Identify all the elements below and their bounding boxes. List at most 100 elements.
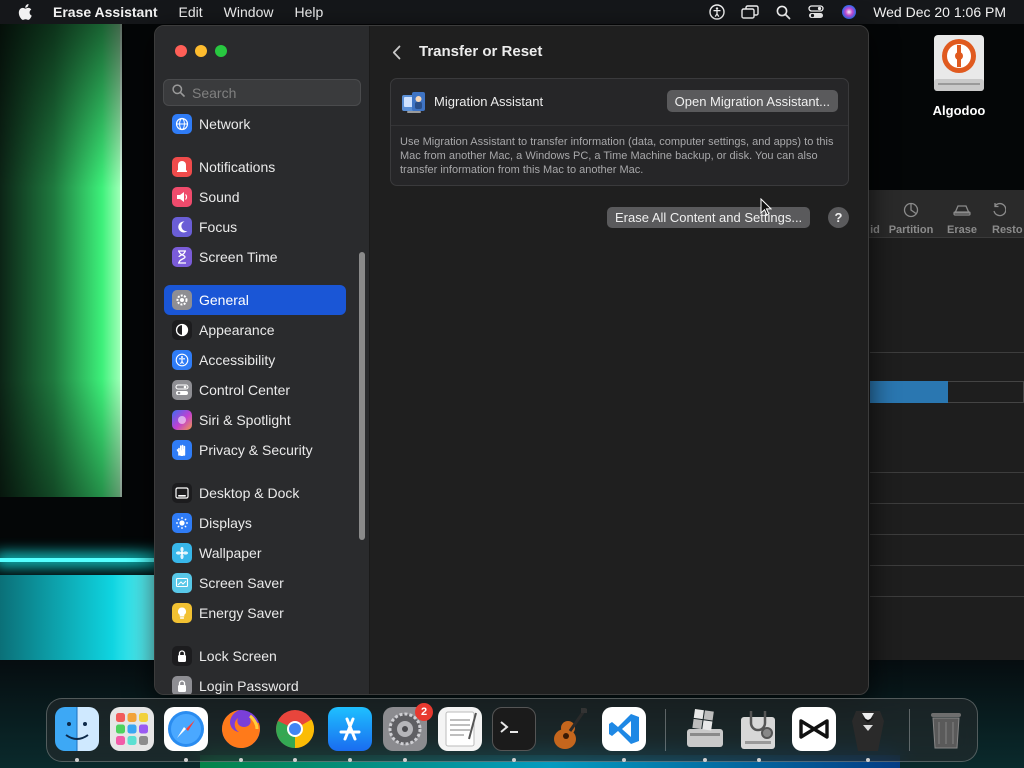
- edit-menu[interactable]: Edit: [179, 4, 203, 20]
- wallpaper-cyan-panel: [0, 575, 160, 665]
- sidebar-item-label: Notifications: [199, 159, 276, 175]
- close-window-button[interactable]: [175, 45, 187, 57]
- sidebar-item-label: Control Center: [199, 382, 291, 398]
- sidebar-item-notifications[interactable]: Notifications: [164, 152, 346, 182]
- siri-icon[interactable]: [840, 3, 858, 21]
- sidebar-item-control-center[interactable]: Control Center: [164, 375, 346, 405]
- dock-chrome-icon[interactable]: [273, 707, 317, 751]
- help-menu[interactable]: Help: [294, 4, 323, 20]
- screen-time-icon: [172, 247, 192, 267]
- dock-garageband-icon[interactable]: [547, 707, 591, 751]
- partition-icon: [903, 202, 919, 220]
- sidebar-item-label: Accessibility: [199, 352, 276, 368]
- apple-menu-icon[interactable]: [18, 3, 36, 21]
- sound-icon: [172, 187, 192, 207]
- erase-icon: [953, 202, 971, 220]
- dock-launchpad-icon[interactable]: [110, 707, 154, 751]
- sidebar-item-label: Appearance: [199, 322, 275, 338]
- spotlight-icon[interactable]: [774, 3, 792, 21]
- dock-disk-utility-icon[interactable]: [737, 707, 781, 751]
- sidebar-item-desktop-dock[interactable]: Desktop & Dock: [164, 478, 346, 508]
- dock: 2: [46, 698, 978, 762]
- zoom-window-button[interactable]: [215, 45, 227, 57]
- wallpaper-shade: [0, 22, 124, 497]
- sidebar-item-appearance[interactable]: Appearance: [164, 315, 346, 345]
- migration-description: Use Migration Assistant to transfer info…: [400, 136, 834, 176]
- running-indicator: [622, 758, 626, 762]
- appearance-icon: [172, 320, 192, 340]
- status-area: Wed Dec 20 1:06 PM: [693, 3, 1024, 21]
- dock-boot-camp-icon[interactable]: [683, 707, 727, 751]
- sidebar-item-login-password[interactable]: Login Password: [164, 671, 346, 694]
- search-input[interactable]: [192, 84, 352, 101]
- dock-textedit-icon[interactable]: [438, 707, 482, 751]
- bg-divider: [870, 565, 1024, 566]
- search-icon: [172, 83, 185, 102]
- mouse-cursor-icon: [760, 197, 773, 216]
- sidebar-item-displays[interactable]: Displays: [164, 508, 346, 538]
- toolbar-restore-button[interactable]: Resto: [984, 190, 1024, 237]
- sidebar-item-privacy-security[interactable]: Privacy & Security: [164, 435, 346, 465]
- toolbar-erase-button[interactable]: Erase: [940, 190, 984, 237]
- sidebar-item-siri-spotlight[interactable]: Siri & Spotlight: [164, 405, 346, 435]
- background-toolbar: id Partition Erase Resto: [868, 190, 1024, 238]
- sidebar-item-label: Energy Saver: [199, 605, 284, 621]
- minimize-window-button[interactable]: [195, 45, 207, 57]
- control-center-settings-icon: [172, 380, 192, 400]
- erase-all-content-button[interactable]: Erase All Content and Settings...: [607, 207, 811, 228]
- sidebar-item-screen-time[interactable]: Screen Time: [164, 242, 346, 272]
- window-menu[interactable]: Window: [224, 4, 274, 20]
- settings-sidebar: Network Notifications Sound: [155, 26, 370, 694]
- dock-capcut-icon[interactable]: [792, 707, 836, 751]
- help-button[interactable]: ?: [828, 207, 849, 228]
- sidebar-item-general[interactable]: General: [164, 285, 346, 315]
- sidebar-item-label: Siri & Spotlight: [199, 412, 291, 428]
- toolbar-restore-label: Resto: [992, 224, 1023, 236]
- accessibility-status-icon[interactable]: [708, 3, 726, 21]
- desktop-icon-label: Algodoo: [932, 103, 986, 118]
- dock-safari-icon[interactable]: [164, 707, 208, 751]
- sidebar-item-wallpaper[interactable]: Wallpaper: [164, 538, 346, 568]
- sidebar-item-accessibility[interactable]: Accessibility: [164, 345, 346, 375]
- sidebar-item-sound[interactable]: Sound: [164, 182, 346, 212]
- running-indicator: [866, 758, 870, 762]
- control-center-icon[interactable]: [807, 3, 825, 21]
- notifications-icon: [172, 157, 192, 177]
- sidebar-item-focus[interactable]: Focus: [164, 212, 346, 242]
- desktop-icon-algodoo[interactable]: Algodoo: [926, 33, 992, 118]
- dock-trash-icon[interactable]: [924, 707, 968, 751]
- toolbar-add-label: id: [870, 224, 880, 236]
- migration-assistant-icon: [401, 89, 427, 115]
- dock-app-store-icon[interactable]: [328, 707, 372, 751]
- open-migration-assistant-button[interactable]: Open Migration Assistant...: [666, 90, 838, 112]
- sidebar-item-label: Desktop & Dock: [199, 485, 300, 501]
- sidebar-scrollbar[interactable]: [359, 252, 365, 540]
- dock-alfred-icon[interactable]: [846, 707, 890, 751]
- bg-divider: [870, 534, 1024, 535]
- back-chevron-icon[interactable]: [389, 43, 403, 61]
- toolbar-add-partial[interactable]: id: [868, 190, 882, 237]
- sidebar-item-screen-saver[interactable]: Screen Saver: [164, 568, 346, 598]
- sidebar-item-lock-screen[interactable]: Lock Screen: [164, 641, 346, 671]
- sidebar-item-network[interactable]: Network: [164, 109, 346, 139]
- sidebar-item-label: Lock Screen: [199, 648, 277, 664]
- sidebar-item-energy-saver[interactable]: Energy Saver: [164, 598, 346, 628]
- menu-bar-clock[interactable]: Wed Dec 20 1:06 PM: [873, 4, 1006, 20]
- algodoo-disk-icon: [930, 33, 988, 95]
- dock-vscode-icon[interactable]: [602, 707, 646, 751]
- dock-terminal-icon[interactable]: [492, 707, 536, 751]
- toolbar-partition-button[interactable]: Partition: [882, 190, 940, 237]
- bg-usage-bar: [870, 381, 948, 403]
- sidebar-item-label: Sound: [199, 189, 240, 205]
- dock-separator: [665, 709, 666, 751]
- sidebar-item-label: Screen Time: [199, 249, 278, 265]
- dock-finder-icon[interactable]: [55, 707, 99, 751]
- app-menu[interactable]: Erase Assistant: [53, 4, 158, 20]
- energy-saver-bulb-icon: [172, 603, 192, 623]
- accessibility-icon: [172, 350, 192, 370]
- screen-mirror-icon[interactable]: [741, 3, 759, 21]
- sidebar-search[interactable]: [163, 79, 361, 106]
- settings-content: Transfer or Reset Migration Assistant Op…: [370, 26, 868, 694]
- running-indicator: [184, 758, 188, 762]
- dock-firefox-icon[interactable]: [219, 707, 263, 751]
